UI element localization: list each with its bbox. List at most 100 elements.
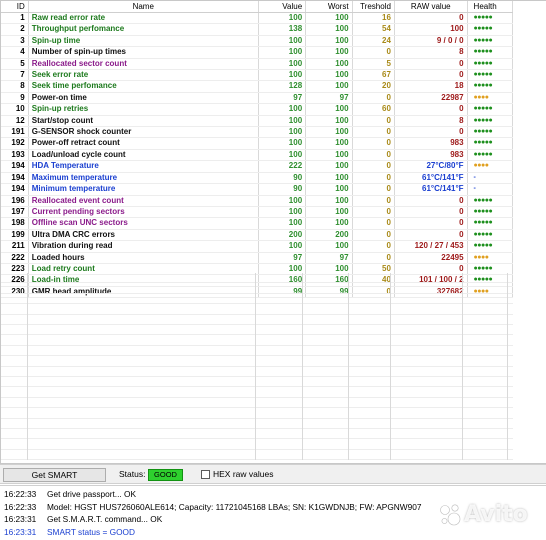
log-panel[interactable]: 16:22:33 Get drive passport... OK 16:22:33… (0, 485, 546, 540)
grid-line (302, 408, 303, 419)
attribute-raw-value: 27°C/80°F (394, 160, 468, 173)
grid-line (27, 429, 28, 440)
log-time: 16:23:31 (4, 526, 37, 537)
attribute-raw-value: 61°C/141°F (394, 172, 468, 185)
grid-line (255, 449, 256, 461)
grid-line (27, 304, 28, 315)
table-row[interactable]: 222 Loaded hours 97 97 0 22495 ●●●● (1, 252, 514, 264)
attribute-raw-value: 18 (394, 80, 468, 93)
attribute-treshold: 0 (352, 149, 395, 162)
attribute-name: Power-on time (28, 92, 259, 105)
table-row[interactable]: 198 Offline scan UNC sectors 100 100 0 0 ●●●●● (1, 217, 514, 230)
attribute-treshold: 0 (352, 92, 395, 105)
table-row[interactable]: 1 Raw read error rate 100 100 16 0 ●●●●● (1, 12, 514, 25)
table-row[interactable]: 2 Throughput perfomance 138 100 54 100 ●●●●● (1, 23, 514, 36)
table-row[interactable]: 3 Spin-up time 100 100 24 9 / 0 / 0 ●●●●● (1, 35, 514, 48)
attribute-health: ●●●●● (467, 149, 514, 162)
grid-line (348, 293, 349, 305)
table-row[interactable]: 211 Vibration during read 100 100 0 120 / 27 … (1, 240, 514, 253)
attribute-worst: 100 (305, 149, 353, 162)
table-row[interactable]: 8 Seek time perfomance 128 100 20 18 ●●●●● (1, 80, 514, 93)
attribute-treshold: 0 (352, 126, 395, 139)
attribute-id: 8 (1, 80, 29, 93)
grid-line (390, 304, 391, 315)
log-time: 16:23:31 (4, 514, 37, 524)
table-row[interactable]: 194 Minimum temperature 90 100 0 61°C/141°F - (1, 183, 514, 196)
table-row[interactable]: 7 Seek error rate 100 100 67 0 ●●●●● (1, 69, 514, 82)
grid-line (507, 449, 508, 461)
attribute-worst: 97 (305, 92, 353, 105)
smart-attributes-table[interactable]: ID Name Value Worst Treshold RAW value H… (0, 0, 546, 464)
attribute-id: 9 (1, 92, 29, 105)
grid-line (348, 283, 349, 294)
table-row[interactable]: 191 G-SENSOR shock counter 100 100 0 0 ●●●●● (1, 126, 514, 139)
log-message: Model: HGST HUS726060ALE614; Capacity: 1… (47, 501, 422, 512)
grid-line (390, 387, 391, 398)
grid-line (507, 397, 508, 409)
column-header-health[interactable]: Health (467, 1, 514, 13)
attribute-health: - (467, 183, 514, 196)
hex-raw-values-label[interactable]: HEX raw values (213, 469, 273, 479)
grid-line (27, 335, 28, 346)
get-smart-button[interactable]: Get SMART (3, 468, 106, 482)
empty-table-row (1, 449, 513, 461)
attribute-id: 5 (1, 58, 29, 71)
table-row[interactable]: 5 Reallocated sector count 100 100 5 0 ●●●●● (1, 58, 514, 71)
table-row[interactable]: 4 Number of spin-up times 100 100 0 8 ●●●●● (1, 46, 514, 59)
attribute-treshold: 0 (352, 217, 395, 230)
grid-line (390, 356, 391, 367)
column-header-raw-value[interactable]: RAW value (394, 1, 468, 13)
attribute-health: ●●●●● (467, 103, 514, 116)
attribute-raw-value: 0 (394, 103, 468, 116)
table-row[interactable]: 12 Start/stop count 100 100 0 8 ●●●●● (1, 115, 514, 128)
grid-line (507, 345, 508, 357)
attribute-health: ●●●●● (467, 69, 514, 82)
grid-line (302, 345, 303, 357)
attribute-name: Current pending sectors (28, 206, 259, 219)
attribute-id: 12 (1, 115, 29, 128)
grid-line (462, 283, 463, 294)
attribute-treshold: 20 (352, 80, 395, 93)
attribute-name: Spin-up retries (28, 103, 259, 116)
empty-table-row (1, 304, 513, 315)
column-header-id[interactable]: ID (1, 1, 29, 13)
log-entry: 16:22:33 Get drive passport... OK (0, 488, 546, 500)
grid-line (348, 325, 349, 336)
grid-line (462, 387, 463, 398)
attribute-raw-value: 0 (394, 229, 468, 242)
attribute-worst: 100 (305, 206, 353, 219)
column-header-name[interactable]: Name (28, 1, 259, 13)
table-row[interactable]: 199 Ultra DMA CRC errors 200 200 0 0 ●●●●● (1, 229, 514, 242)
status-badge: GOOD (148, 469, 183, 481)
empty-table-row (1, 314, 513, 325)
grid-line (348, 335, 349, 346)
attribute-raw-value: 0 (394, 58, 468, 71)
table-row[interactable]: 9 Power-on time 97 97 0 22987 ●●●● (1, 92, 514, 105)
hex-raw-values-checkbox[interactable] (201, 470, 210, 479)
table-row[interactable]: 194 Maximum temperature 90 100 0 61°C/141°F - (1, 172, 514, 185)
log-message: SMART status = GOOD (47, 526, 135, 537)
attribute-id: 194 (1, 160, 29, 173)
table-row[interactable]: 10 Spin-up retries 100 100 60 0 ●●●●● (1, 103, 514, 116)
smart-table-body: 1 Raw read error rate 100 100 16 0 ●●●●● 2 Throu… (1, 12, 514, 299)
grid-line (462, 397, 463, 409)
table-row[interactable]: 197 Current pending sectors 100 100 0 0 ●●●●● (1, 206, 514, 219)
attribute-value: 100 (258, 69, 307, 82)
grid-line (348, 356, 349, 367)
column-header-value[interactable]: Value (258, 1, 307, 13)
attribute-treshold: 0 (352, 229, 395, 242)
table-row[interactable]: 196 Reallocated event count 100 100 0 0 ●●●●● (1, 195, 514, 207)
attribute-raw-value: 9 / 0 / 0 (394, 35, 468, 48)
attribute-raw-value: 0 (394, 126, 468, 139)
attribute-value: 97 (258, 92, 307, 105)
column-header-treshold[interactable]: Treshold (352, 1, 395, 13)
grid-line (27, 418, 28, 429)
table-row[interactable]: 193 Load/unload cycle count 100 100 0 983 ●●●●… (1, 149, 514, 162)
table-row[interactable]: 194 HDA Temperature 222 100 0 27°C/80°F ●●●● (1, 160, 514, 173)
empty-table-row (1, 335, 513, 346)
log-time: 16:22:33 (4, 489, 37, 499)
column-header-worst[interactable]: Worst (305, 1, 353, 13)
table-row[interactable]: 192 Power-off retract count 100 100 0 983 ●●●●… (1, 137, 514, 150)
log-message: Get S.M.A.R.T. command... OK (47, 514, 163, 524)
attribute-id: 197 (1, 206, 29, 219)
